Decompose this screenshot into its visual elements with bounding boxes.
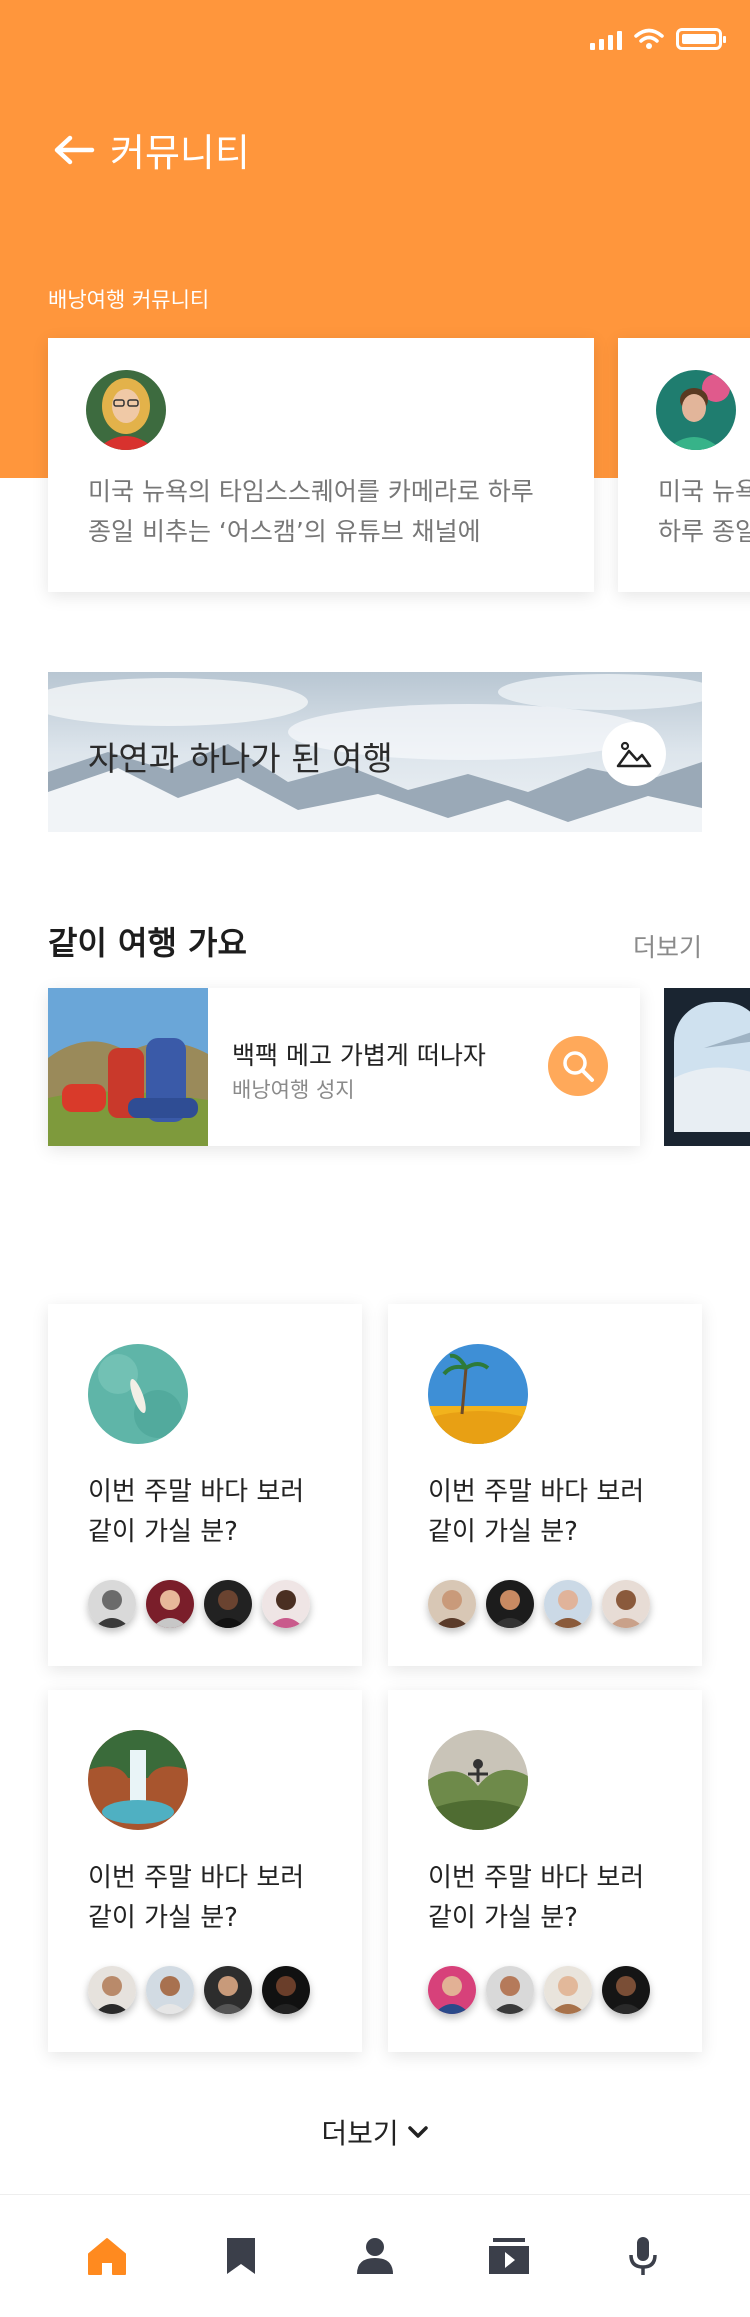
more-button-label: 더보기 <box>321 2117 399 2150</box>
search-icon <box>563 1051 594 1082</box>
status-bar <box>590 28 726 50</box>
participant-avatar <box>204 1966 252 2014</box>
community-card[interactable]: 미국 뉴욕의 타임스스퀘어를 카메라로 하루 종일 비추는 ‘어스캠’의 유튜브… <box>48 338 594 592</box>
video-library-icon <box>489 2238 529 2274</box>
participant-avatar <box>428 1966 476 2014</box>
meetup-card-text: 이번 주말 바다 보러 같이 가실 분? <box>88 1863 305 1933</box>
nav-home[interactable] <box>67 2216 147 2296</box>
participant-avatars <box>428 1580 650 1628</box>
participant-avatar <box>262 1966 310 2014</box>
participant-avatar <box>544 1966 592 2014</box>
bookmark-icon <box>227 2238 255 2274</box>
wifi-icon <box>634 28 664 49</box>
participant-avatar <box>602 1966 650 2014</box>
participant-avatars <box>88 1966 310 2014</box>
header-title-row: 커뮤니티 <box>52 122 250 177</box>
avatar <box>86 370 166 450</box>
valley-image <box>428 1730 528 1830</box>
participant-avatar <box>146 1966 194 2014</box>
waterfall-image <box>88 1730 188 1830</box>
nature-banner[interactable]: 자연과 하나가 된 여행 <box>48 672 702 832</box>
meetup-card[interactable]: 이번 주말 바다 보러 같이 가실 분? <box>388 1690 702 2052</box>
home-icon <box>88 2238 126 2275</box>
participant-avatar <box>204 1580 252 1628</box>
meetup-card-text: 이번 주말 바다 보러 같이 가실 분? <box>88 1477 305 1547</box>
participant-avatar <box>88 1966 136 2014</box>
participant-avatar <box>486 1580 534 1628</box>
airplane-window-image <box>664 988 750 1146</box>
backpack-image <box>48 988 208 1146</box>
nav-profile[interactable] <box>335 2216 415 2296</box>
meetup-card-text: 이번 주말 바다 보러 같이 가실 분? <box>428 1863 645 1933</box>
trip-card-subtitle: 배낭여행 성지 <box>232 1078 355 1102</box>
page-title: 커뮤니티 <box>110 131 250 175</box>
community-card-text: 미국 뉴욕의 타임스스퀘어를 카메라로 하루 종일 비추는 ‘어스캠’의 유튜브… <box>88 477 534 546</box>
sea-image <box>88 1344 188 1444</box>
nav-mic[interactable] <box>603 2216 683 2296</box>
chevron-down-icon <box>407 2126 428 2138</box>
nav-videos[interactable] <box>469 2216 549 2296</box>
participant-avatar <box>262 1580 310 1628</box>
meetup-card[interactable]: 이번 주말 바다 보러 같이 가실 분? <box>388 1304 702 1666</box>
banner-title: 자연과 하나가 된 여행 <box>88 739 393 778</box>
mic-icon <box>629 2237 657 2275</box>
avatar <box>656 370 736 450</box>
beach-palm-image <box>428 1344 528 1444</box>
participant-avatar <box>602 1580 650 1628</box>
battery-icon <box>676 28 726 50</box>
back-arrow-icon[interactable] <box>52 134 96 166</box>
bottom-nav <box>0 2194 750 2317</box>
search-button[interactable] <box>548 1036 608 1096</box>
trip-card[interactable]: 백팩 메고 가볍게 떠나자 배낭여행 성지 <box>48 988 640 1146</box>
image-icon <box>616 741 652 768</box>
community-card-text: 미국 뉴욕의 타임스스퀘어를 카메라로 하루 종일 비추는 <box>658 477 750 546</box>
nav-bookmark[interactable] <box>201 2216 281 2296</box>
participant-avatar <box>544 1580 592 1628</box>
meetup-card[interactable]: 이번 주말 바다 보러 같이 가실 분? <box>48 1304 362 1666</box>
participant-avatars <box>428 1966 650 2014</box>
person-icon <box>357 2238 393 2274</box>
trip-card-partial[interactable] <box>664 988 750 1146</box>
section-label: 배낭여행 커뮤니티 <box>48 288 210 312</box>
image-icon-button[interactable] <box>602 722 666 786</box>
more-button[interactable]: 더보기 <box>0 2112 750 2152</box>
participant-avatar <box>428 1580 476 1628</box>
participant-avatar <box>146 1580 194 1628</box>
section-title: 같이 여행 가요 <box>48 924 247 962</box>
meetup-card-text: 이번 주말 바다 보러 같이 가실 분? <box>428 1477 645 1547</box>
community-card[interactable]: 미국 뉴욕의 타임스스퀘어를 카메라로 하루 종일 비추는 <box>618 338 750 592</box>
participant-avatar <box>486 1966 534 2014</box>
signal-icon <box>590 28 622 50</box>
trip-card-title: 백팩 메고 가볍게 떠나자 <box>232 1041 486 1070</box>
meetup-card[interactable]: 이번 주말 바다 보러 같이 가실 분? <box>48 1690 362 2052</box>
participant-avatar <box>88 1580 136 1628</box>
more-link[interactable]: 더보기 <box>633 928 702 964</box>
participant-avatars <box>88 1580 310 1628</box>
